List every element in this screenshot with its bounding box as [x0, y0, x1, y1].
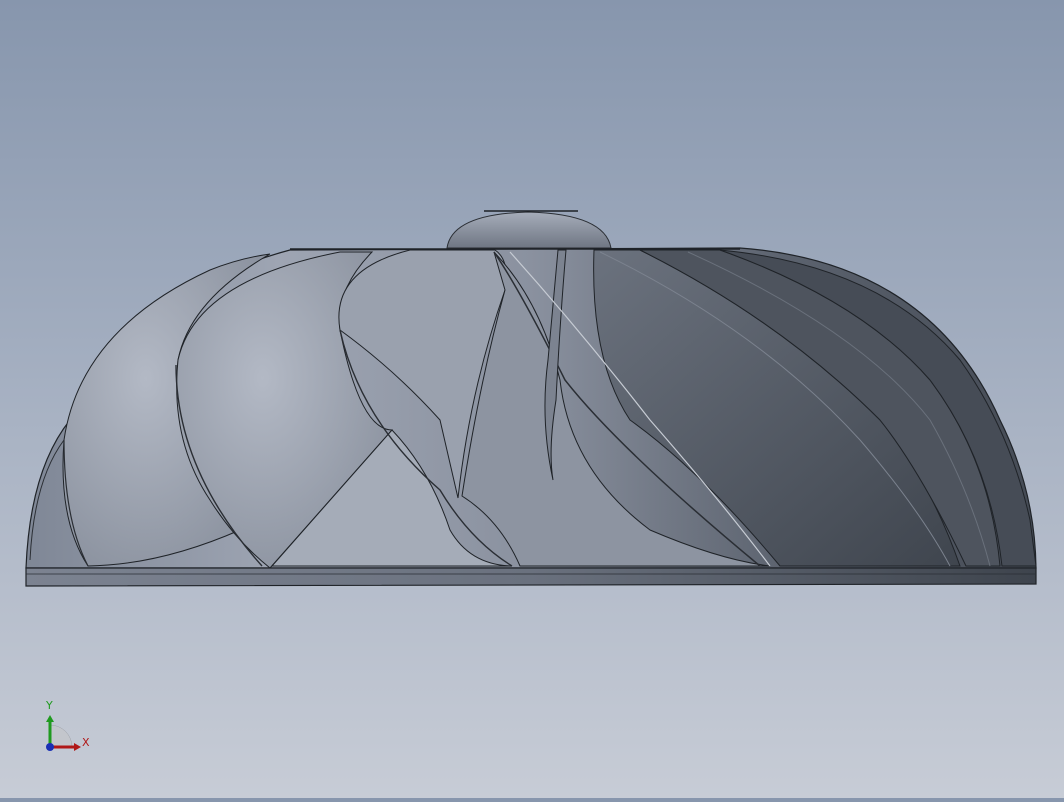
y-axis-arrowhead — [46, 715, 54, 722]
z-axis-dot — [46, 743, 54, 751]
impeller-model[interactable] — [0, 0, 1064, 798]
x-axis-label: X — [82, 736, 90, 749]
y-axis-label: Y — [46, 699, 53, 712]
triad-quadrant — [49, 724, 73, 748]
impeller-base-disc — [25, 567, 1037, 587]
3d-model-viewport[interactable] — [0, 0, 1064, 798]
x-axis-arrowhead — [74, 743, 81, 751]
hub-cap — [446, 211, 612, 249]
